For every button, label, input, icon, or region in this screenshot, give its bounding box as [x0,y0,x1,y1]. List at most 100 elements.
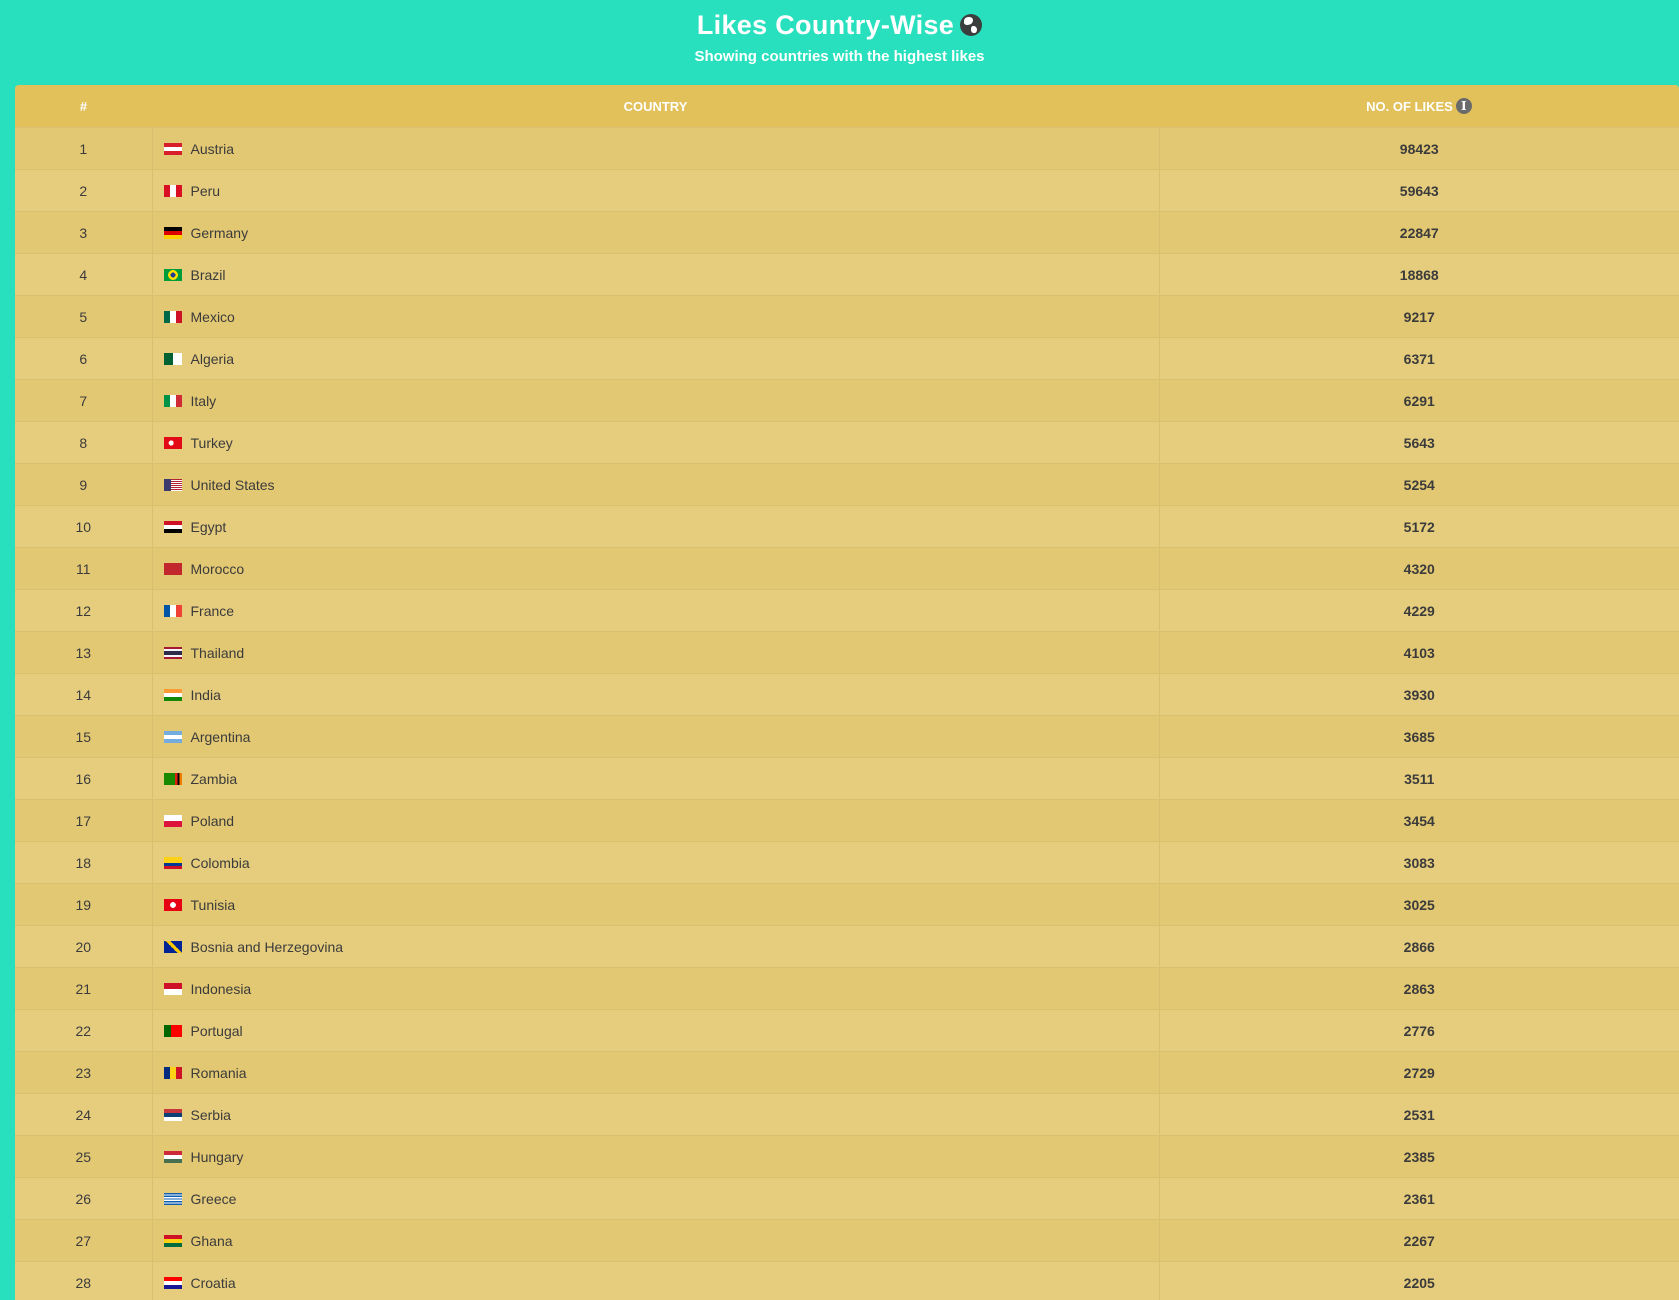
flag-icon [163,394,182,407]
table-row[interactable]: 8 Turkey 5643 [15,421,1679,464]
country-cell: Mexico [152,295,1160,338]
country-name: United States [190,476,275,493]
rank-cell: 14 [15,673,153,716]
likes-cell: 18868 [1159,253,1679,296]
rank-cell: 12 [15,589,153,632]
table-row[interactable]: 19 Tunisia 3025 [15,883,1679,926]
country-cell: Zambia [152,757,1160,800]
country-cell: Italy [152,379,1160,422]
flag-icon [163,646,182,659]
flag-icon [163,898,182,911]
country-cell: Poland [152,799,1160,842]
country-name: Hungary [190,1148,244,1165]
table-row[interactable]: 13 Thailand 4103 [15,631,1679,674]
column-header-rank[interactable]: # [15,85,152,128]
table-row[interactable]: 28 Croatia 2205 [15,1261,1679,1300]
rank-cell: 3 [15,211,153,254]
flag-icon [163,352,182,365]
country-cell-content: Thailand [153,645,1159,661]
rank-cell: 26 [15,1177,153,1220]
country-name: Italy [190,392,217,409]
table-row[interactable]: 22 Portugal 2776 [15,1009,1679,1052]
table-row[interactable]: 14 India 3930 [15,673,1679,716]
flag-icon [163,562,182,575]
country-cell: Argentina [152,715,1160,758]
table-row[interactable]: 1 Austria 98423 [15,127,1679,170]
country-cell: Romania [152,1051,1160,1094]
info-icon[interactable]: i [1455,98,1472,114]
table-row[interactable]: 25 Hungary 2385 [15,1135,1679,1178]
country-cell: Morocco [152,547,1160,590]
country-cell: Turkey [152,421,1160,464]
likes-cell: 2205 [1159,1261,1679,1300]
country-name: Algeria [190,350,235,367]
country-cell: Thailand [152,631,1160,674]
likes-cell: 3685 [1159,715,1679,758]
flag-icon [163,1066,182,1079]
country-cell-content: Romania [153,1065,1159,1081]
country-name: Austria [190,140,235,157]
table-row[interactable]: 16 Zambia 3511 [15,757,1679,800]
page-title-text: Likes Country-Wise [696,10,955,40]
flag-icon [163,604,182,617]
table-row[interactable]: 5 Mexico 9217 [15,295,1679,338]
country-cell-content: Algeria [153,351,1159,367]
likes-cell: 2776 [1159,1009,1679,1052]
table-row[interactable]: 10 Egypt 5172 [15,505,1679,548]
country-cell-content: Tunisia [153,897,1159,913]
table-row[interactable]: 21 Indonesia 2863 [15,967,1679,1010]
rank-cell: 6 [15,337,153,380]
table-row[interactable]: 3 Germany 22847 [15,211,1679,254]
country-name: Tunisia [190,896,236,913]
flag-icon [163,1150,182,1163]
column-header-likes[interactable]: NO. OF LIKES i [1159,85,1679,128]
table-row[interactable]: 11 Morocco 4320 [15,547,1679,590]
rank-cell: 16 [15,757,153,800]
table-row[interactable]: 12 France 4229 [15,589,1679,632]
country-cell-content: Ghana [153,1233,1159,1249]
rank-cell: 8 [15,421,153,464]
flag-icon [163,1276,182,1289]
country-name: Portugal [190,1022,243,1039]
flag-icon [163,226,182,239]
likes-table: # COUNTRY NO. OF LIKES i 1 Austria 98423 2 Pe… [15,85,1679,1300]
country-cell: Austria [152,127,1160,170]
likes-cell: 2863 [1159,967,1679,1010]
country-cell: Peru [152,169,1160,212]
country-cell: France [152,589,1160,632]
country-cell: Indonesia [152,967,1160,1010]
country-name: Poland [190,812,235,829]
table-row[interactable]: 9 United States 5254 [15,463,1679,506]
column-header-country[interactable]: COUNTRY [152,85,1159,128]
table-row[interactable]: 2 Peru 59643 [15,169,1679,212]
country-cell-content: India [153,687,1159,703]
country-name: France [190,602,235,619]
country-cell-content: Greece [153,1191,1159,1207]
likes-cell: 4320 [1159,547,1679,590]
country-cell: Egypt [152,505,1160,548]
table-row[interactable]: 4 Brazil 18868 [15,253,1679,296]
table-row[interactable]: 26 Greece 2361 [15,1177,1679,1220]
rank-cell: 24 [15,1093,153,1136]
table-row[interactable]: 27 Ghana 2267 [15,1219,1679,1262]
table-header-row: # COUNTRY NO. OF LIKES i [15,85,1679,128]
table-row[interactable]: 20 Bosnia and Herzegovina 2866 [15,925,1679,968]
table-row[interactable]: 24 Serbia 2531 [15,1093,1679,1136]
flag-icon [163,184,182,197]
table-row[interactable]: 17 Poland 3454 [15,799,1679,842]
table-row[interactable]: 23 Romania 2729 [15,1051,1679,1094]
table-row[interactable]: 15 Argentina 3685 [15,715,1679,758]
table-row[interactable]: 18 Colombia 3083 [15,841,1679,884]
table-body: 1 Austria 98423 2 Peru 59643 3 Germany 22847 4 Bra… [15,127,1679,1300]
country-name: India [190,686,221,703]
flag-icon [163,478,182,491]
rank-cell: 28 [15,1261,153,1300]
country-cell-content: Egypt [153,519,1159,535]
rank-cell: 10 [15,505,153,548]
country-cell-content: Bosnia and Herzegovina [153,939,1159,955]
country-cell: Portugal [152,1009,1160,1052]
country-cell-content: Colombia [153,855,1159,871]
table-row[interactable]: 6 Algeria 6371 [15,337,1679,380]
flag-icon [163,730,182,743]
table-row[interactable]: 7 Italy 6291 [15,379,1679,422]
